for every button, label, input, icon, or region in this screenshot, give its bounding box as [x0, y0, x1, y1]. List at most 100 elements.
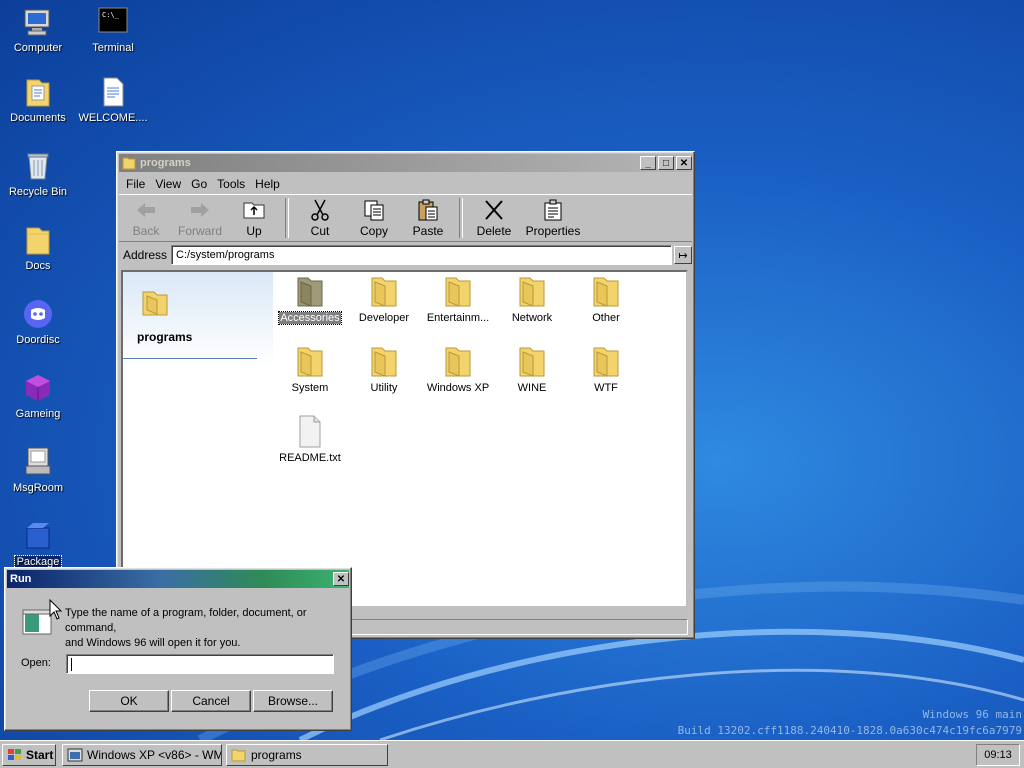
- menu-file[interactable]: File: [121, 176, 150, 192]
- maximize-button[interactable]: □: [658, 156, 674, 170]
- desktop-icon-welcome[interactable]: WELCOME....: [75, 76, 151, 124]
- explorer-title: programs: [140, 157, 191, 169]
- properties-button[interactable]: Properties: [521, 198, 585, 238]
- desktop-icon-gameing[interactable]: Gameing: [0, 372, 76, 420]
- folder-item-label: Network: [511, 312, 553, 324]
- file-item-label: README.txt: [279, 452, 341, 464]
- folder-item-label: Windows XP: [426, 382, 490, 394]
- terminal-icon: C:\_: [98, 7, 128, 33]
- open-input[interactable]: [66, 654, 334, 674]
- task-label: Windows XP <v86> - WM...: [87, 748, 222, 762]
- delete-label: Delete: [476, 224, 512, 238]
- menu-help[interactable]: Help: [250, 176, 285, 192]
- folder-item-system[interactable]: System: [273, 344, 347, 394]
- desktop-icon-label: Docs: [25, 260, 51, 272]
- folder-icon: [297, 277, 323, 307]
- folder-icon: [142, 291, 168, 316]
- vm-window-icon: [67, 748, 83, 762]
- paste-label: Paste: [412, 224, 444, 238]
- folder-item-developer[interactable]: Developer: [347, 274, 421, 324]
- folder-item-label: System: [291, 382, 329, 394]
- forward-button[interactable]: Forward: [173, 198, 227, 238]
- toolbar-separator: [285, 198, 289, 238]
- game-cube-icon: [26, 375, 50, 401]
- folder-item-accessories[interactable]: Accessories: [273, 274, 347, 325]
- ok-button[interactable]: OK: [89, 690, 169, 712]
- folder-item-label: Utility: [370, 382, 398, 394]
- build-watermark-line1: Windows 96 main: [922, 708, 1022, 721]
- file-item-readme[interactable]: README.txt: [273, 414, 347, 464]
- forward-label: Forward: [177, 224, 222, 238]
- folder-item-label: WINE: [517, 382, 547, 394]
- browse-button[interactable]: Browse...: [253, 690, 333, 712]
- desktop-icon-docs[interactable]: Docs: [0, 224, 76, 272]
- go-button[interactable]: ↦: [674, 246, 692, 264]
- run-titlebar[interactable]: Run ✕: [7, 570, 349, 588]
- cancel-button[interactable]: Cancel: [171, 690, 251, 712]
- clock-text: 09:13: [984, 749, 1012, 761]
- up-folder-icon: [243, 202, 265, 219]
- copy-icon: [364, 200, 384, 221]
- svg-text:C:\_: C:\_: [102, 11, 120, 19]
- folder-icon: [593, 347, 619, 377]
- folder-item-windows-xp[interactable]: Windows XP: [421, 344, 495, 394]
- explorer-window: programs _ □ ✕ File View Go Tools Help B…: [116, 151, 695, 639]
- folder-icon: [593, 277, 619, 307]
- up-button[interactable]: Up: [227, 198, 281, 238]
- recycle-bin-icon: [27, 153, 49, 180]
- folder-item-wine[interactable]: WINE: [495, 344, 569, 394]
- folder-item-network[interactable]: Network: [495, 274, 569, 324]
- explorer-toolbar: Back Forward Up Cut Copy Paste Delete Pr…: [119, 194, 692, 242]
- desktop-icon-package[interactable]: Package: [0, 520, 76, 569]
- task-programs[interactable]: programs: [226, 744, 388, 766]
- delete-x-icon: [485, 200, 503, 220]
- desktop-icon-label: Computer: [13, 42, 63, 54]
- explorer-titlebar[interactable]: programs _ □ ✕: [119, 154, 692, 172]
- address-input[interactable]: C:/system/programs: [171, 245, 672, 265]
- run-description-line2: and Windows 96 will open it for you.: [65, 637, 241, 649]
- back-arrow-icon: [137, 203, 155, 217]
- taskbar: Start Windows XP <v86> - WM... programs …: [0, 740, 1024, 768]
- folder-icon: [519, 277, 545, 307]
- desktop-icon-computer[interactable]: Computer: [0, 6, 76, 54]
- desktop-icon-documents[interactable]: Documents: [0, 76, 76, 124]
- address-label: Address: [123, 248, 168, 262]
- desktop-icon-label: Doordisc: [16, 334, 60, 346]
- desktop-icon-label: WELCOME....: [78, 112, 148, 124]
- folder-icon: [371, 347, 397, 377]
- discord-icon: [24, 300, 52, 328]
- folder-icon: [519, 347, 545, 377]
- system-tray-clock[interactable]: 09:13: [976, 744, 1020, 766]
- windows-logo-icon: [8, 749, 21, 760]
- task-windows-xp[interactable]: Windows XP <v86> - WM...: [62, 744, 222, 766]
- desktop-icon-recycle-bin[interactable]: Recycle Bin: [0, 150, 76, 198]
- desktop-icon-terminal[interactable]: C:\_ Terminal: [75, 6, 151, 54]
- copy-button[interactable]: Copy: [347, 198, 401, 238]
- text-file-icon: [299, 415, 321, 448]
- folder-item-utility[interactable]: Utility: [347, 344, 421, 394]
- menu-tools[interactable]: Tools: [212, 176, 250, 192]
- paste-button[interactable]: Paste: [401, 198, 455, 238]
- menu-view[interactable]: View: [150, 176, 186, 192]
- desktop-icon-doordisc[interactable]: Doordisc: [0, 298, 76, 346]
- desktop-icon-label: Gameing: [15, 408, 61, 420]
- back-button[interactable]: Back: [119, 198, 173, 238]
- desktop-icon-msgroom[interactable]: MsgRoom: [0, 446, 76, 494]
- folder-icon: [297, 347, 323, 377]
- close-button[interactable]: ✕: [333, 572, 349, 586]
- delete-button[interactable]: Delete: [467, 198, 521, 238]
- menu-go[interactable]: Go: [186, 176, 212, 192]
- cut-button[interactable]: Cut: [293, 198, 347, 238]
- folder-item-entertainment[interactable]: Entertainm...: [421, 274, 495, 324]
- up-label: Up: [246, 224, 262, 238]
- mouse-cursor-icon: [49, 599, 63, 620]
- folder-item-wtf[interactable]: WTF: [569, 344, 643, 394]
- folder-item-other[interactable]: Other: [569, 274, 643, 324]
- folder-icon: [231, 749, 246, 762]
- build-watermark-line2: Build 13202.cff1188.240410-1828.0a630c47…: [677, 724, 1022, 737]
- close-button[interactable]: ✕: [676, 156, 692, 170]
- start-button[interactable]: Start: [2, 744, 56, 766]
- folder-view: programs Accessories Developer Entertain…: [121, 270, 688, 608]
- minimize-button[interactable]: _: [640, 156, 656, 170]
- folder-icon: [445, 277, 471, 307]
